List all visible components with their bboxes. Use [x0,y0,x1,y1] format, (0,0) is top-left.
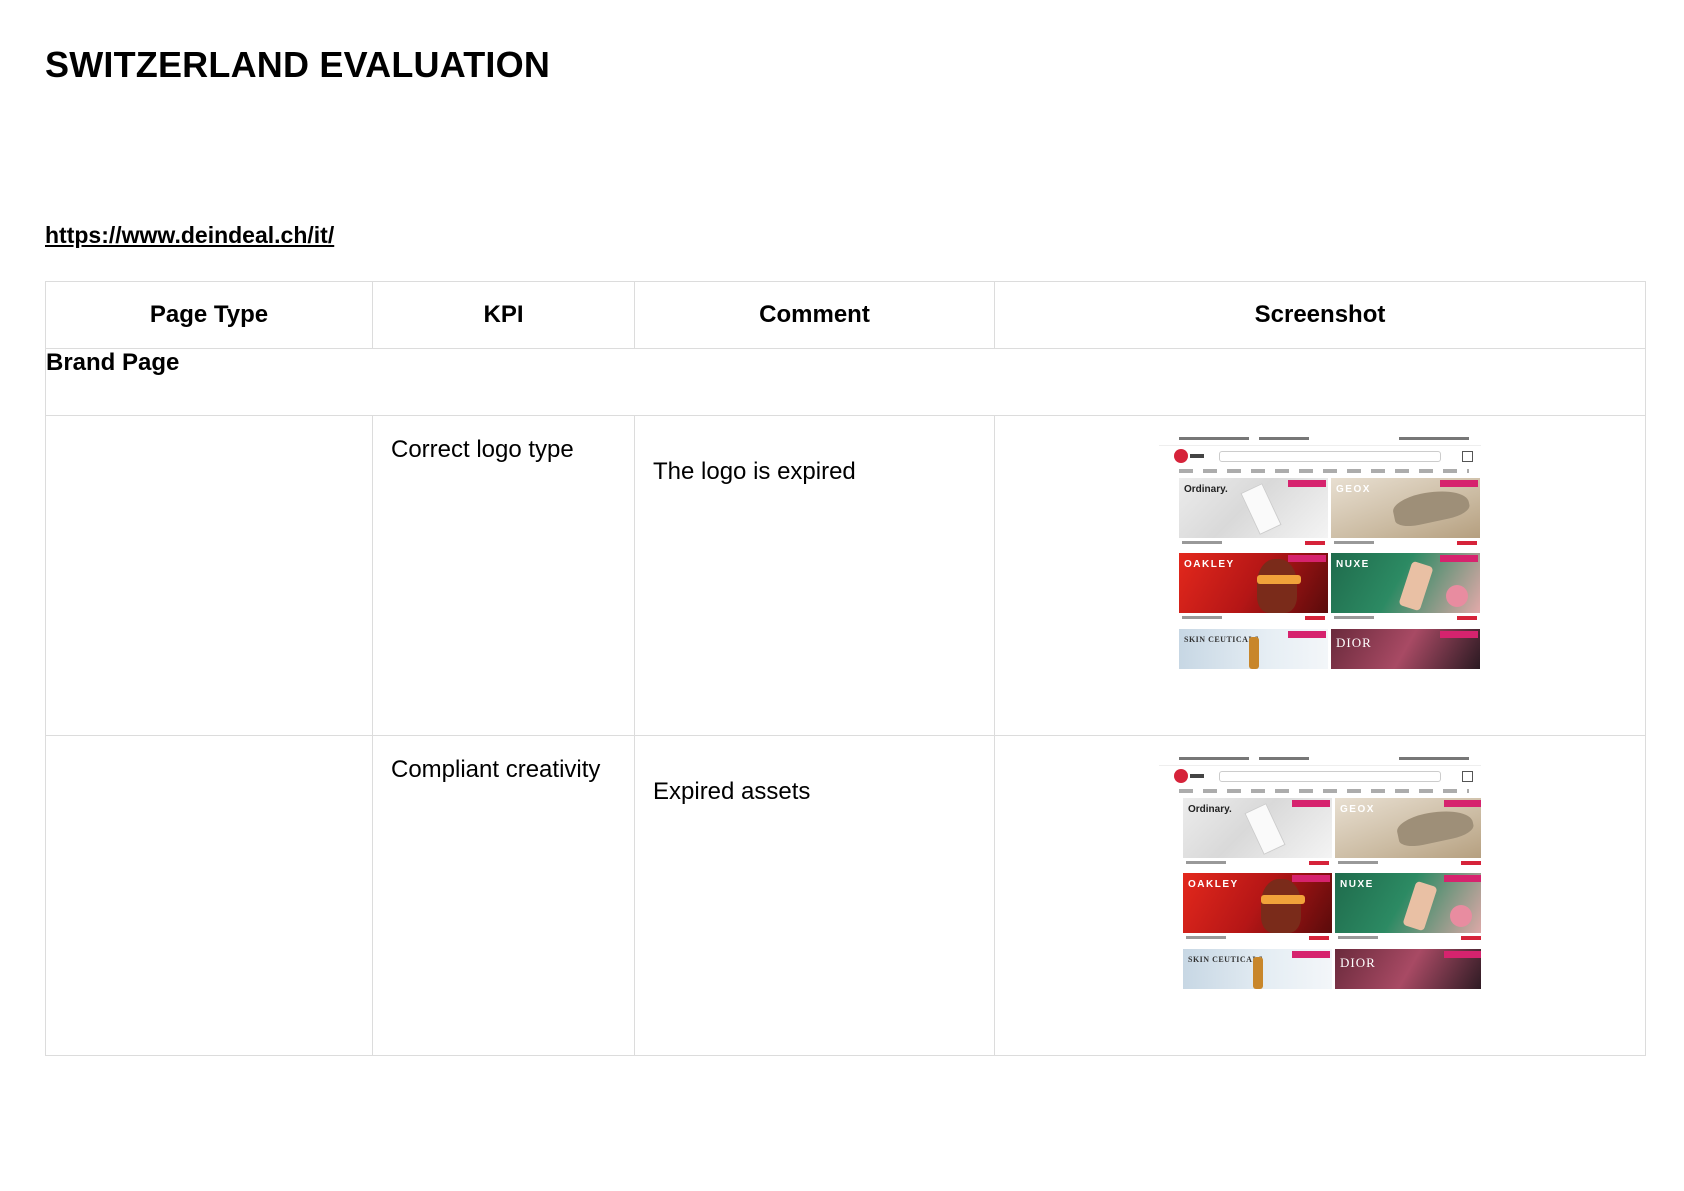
serum-image [1253,957,1263,989]
bottle-image [1244,803,1286,855]
header-screenshot: Screenshot [994,281,1646,349]
promo-tile-dior: DIOR [1331,629,1480,669]
bottle-image [1398,560,1434,612]
extra-discount-badge [1440,480,1478,487]
price-drop-badge [1444,875,1481,882]
page-type-cell [45,415,373,736]
promo-tile-dior: DIOR [1335,949,1481,989]
promo-tile-ordinary: Ordinary. [1183,798,1332,858]
thumbnail-nav [1179,469,1469,473]
price-drop-badge [1440,631,1478,638]
price-drop-badge [1292,951,1330,958]
model-image [1261,879,1301,933]
document-title: SWITZERLAND EVALUATION [45,44,551,85]
website-screenshot-thumbnail: Ordinary. GEOX OAKLEY NUXE SKIN CEUTICAL… [1159,433,1481,675]
table-row: Compliant creativity Expired assets Ordi… [45,735,1646,1056]
cart-icon [1462,771,1473,782]
brand-logo-icon [1174,769,1188,783]
evaluation-table: Page Type KPI Comment Screenshot Brand P… [45,281,1646,1056]
shoe-image [1394,804,1476,850]
promo-tile-ordinary: Ordinary. [1179,478,1328,538]
table-header-row: Page Type KPI Comment Screenshot [45,281,1646,349]
thumbnail-header [1159,765,1481,785]
price-drop-badge [1444,951,1481,958]
price-drop-badge [1292,800,1330,807]
header-page-type: Page Type [45,281,373,349]
header-kpi: KPI [372,281,635,349]
comment-cell: Expired assets [634,735,995,1056]
header-comment: Comment [634,281,995,349]
promo-tile-oakley: OAKLEY [1183,873,1332,933]
price-drop-badge [1292,875,1330,882]
promo-tile-skinceuticals: SKIN CEUTICALS [1179,629,1328,669]
extra-discount-badge [1444,800,1481,807]
promo-tile-nuxe: NUXE [1331,553,1480,613]
promo-tile-geox: GEOX [1335,798,1481,858]
price-drop-badge [1440,555,1478,562]
promo-tile-oakley: OAKLEY [1179,553,1328,613]
model-image [1257,559,1297,613]
kpi-cell: Correct logo type [372,415,635,736]
section-title: Brand Page [45,348,1646,416]
promo-tile-skinceuticals: SKIN CEUTICALS [1183,949,1332,989]
shoe-image [1390,484,1472,530]
thumbnail-search-box [1219,771,1441,782]
bottle-image [1240,483,1282,535]
website-screenshot-thumbnail: Ordinary. GEOX OAKLEY NUXE SKIN CEUTICAL… [1159,753,1481,995]
price-drop-badge [1288,480,1326,487]
thumbnail-header [1159,445,1481,465]
price-drop-badge [1288,555,1326,562]
evaluated-url-link[interactable]: https://www.deindeal.ch/it/ [45,222,334,249]
promo-tile-nuxe: NUXE [1335,873,1481,933]
brand-logo-icon [1174,449,1188,463]
kpi-cell: Compliant creativity [372,735,635,1056]
bottle-image [1402,880,1438,932]
screenshot-cell: Ordinary. GEOX OAKLEY NUXE SKIN CEUTICAL… [994,735,1646,1056]
thumbnail-search-box [1219,451,1441,462]
table-row: Correct logo type The logo is expired Or… [45,415,1646,736]
screenshot-cell: Ordinary. GEOX OAKLEY NUXE SKIN CEUTICAL… [994,415,1646,736]
comment-cell: The logo is expired [634,415,995,736]
serum-image [1249,637,1259,669]
price-drop-badge [1288,631,1326,638]
thumbnail-nav [1179,789,1469,793]
promo-tile-geox: GEOX [1331,478,1480,538]
section-row: Brand Page [45,348,1646,416]
cart-icon [1462,451,1473,462]
page-type-cell [45,735,373,1056]
